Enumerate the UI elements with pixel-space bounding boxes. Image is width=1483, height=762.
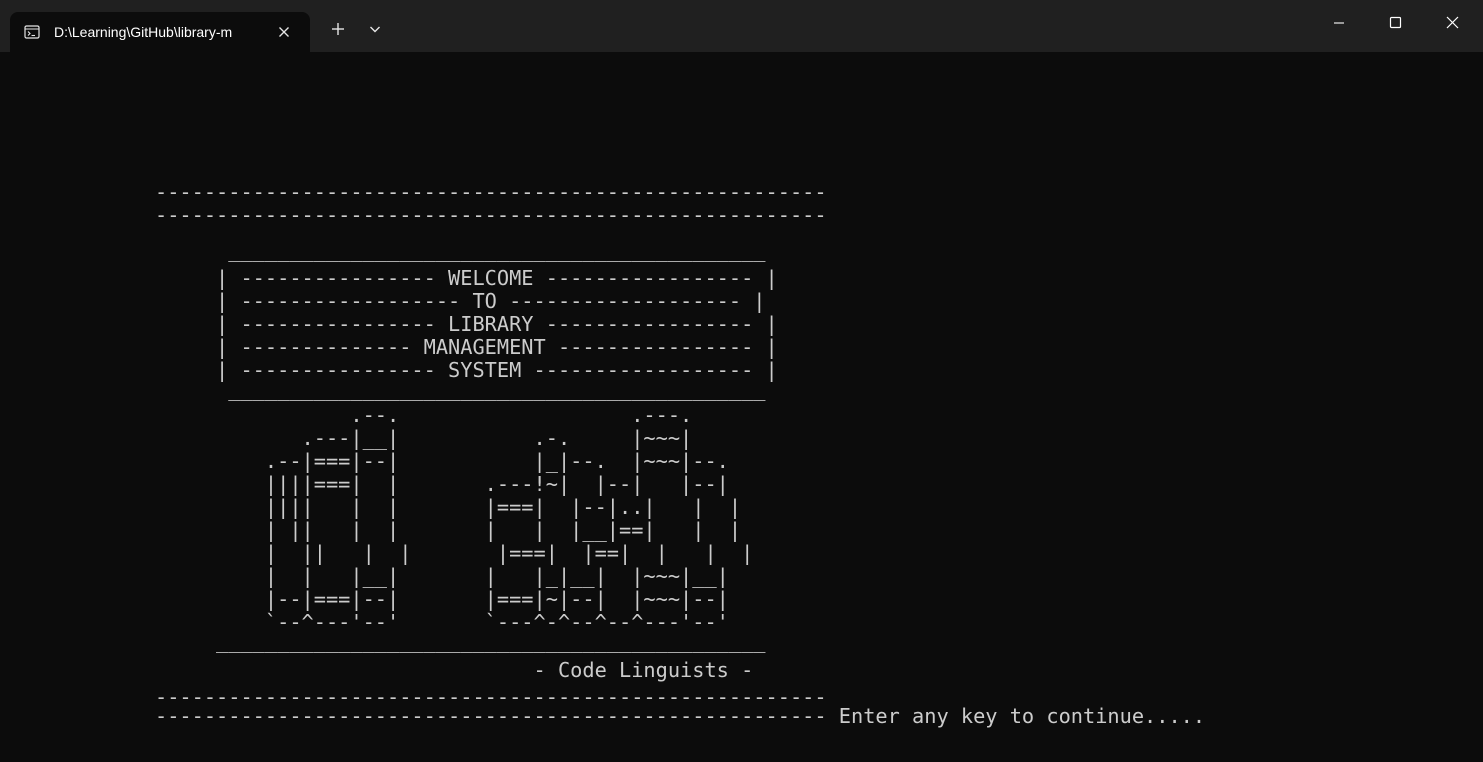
title-bar: D:\Learning\GitHub\library-m (0, 0, 1483, 52)
credits-line: - Code Linguists - (155, 658, 754, 682)
books-art-line: .--. .---. (155, 403, 693, 427)
banner-line: | -------------- MANAGEMENT ------------… (155, 335, 778, 359)
books-art-line: | | |__| | |_|__| |~~~|__| (155, 564, 729, 588)
maximize-icon (1389, 16, 1402, 34)
banner-line: | ---------------- WELCOME -------------… (155, 266, 778, 290)
terminal-output[interactable]: ----------------------------------------… (0, 52, 1483, 762)
books-art-line: ||||===| | .---!~| |--| |--| (155, 472, 729, 496)
tab-title: D:\Learning\GitHub\library-m (54, 24, 233, 40)
tab-dropdown-button[interactable] (357, 15, 393, 47)
banner-line: | ---------------- LIBRARY -------------… (155, 312, 778, 336)
close-window-button[interactable] (1424, 0, 1481, 50)
separator-line: ----------------------------------------… (155, 203, 827, 227)
close-icon (1446, 16, 1459, 34)
terminal-icon (24, 24, 40, 40)
maximize-button[interactable] (1367, 0, 1424, 50)
books-art-line: | || | | |===| |==| | | | (155, 541, 754, 565)
new-tab-button[interactable] (320, 15, 356, 47)
minimize-icon (1333, 16, 1345, 34)
books-art-line: | || | | | | |__|==| | | (155, 518, 742, 542)
terminal-tab[interactable]: D:\Learning\GitHub\library-m (10, 12, 310, 52)
separator-line: ----------------------------------------… (155, 180, 827, 204)
books-art-line: .--|===|--| |_|--. |~~~|--. (155, 449, 729, 473)
prompt-line: ----------------------------------------… (155, 704, 1206, 728)
banner-top-border: ________________________________________… (155, 238, 766, 262)
shelf-line: ________________________________________… (155, 629, 766, 653)
books-art-line: |||| | | |===| |--|..| | | (155, 495, 742, 519)
banner-bottom-border: ________________________________________… (155, 377, 766, 401)
close-icon[interactable] (274, 22, 294, 42)
chevron-down-icon (369, 22, 381, 40)
banner-line: | ------------------ TO ----------------… (155, 289, 766, 313)
books-art-line: .---|__| .-. |~~~| (155, 426, 693, 450)
plus-icon (331, 22, 345, 41)
terminal-window: D:\Learning\GitHub\library-m -----------… (0, 0, 1483, 762)
minimize-button[interactable] (1310, 0, 1367, 50)
books-art-line: |--|===|--| |===|~|--| |~~~|--| (155, 587, 729, 611)
